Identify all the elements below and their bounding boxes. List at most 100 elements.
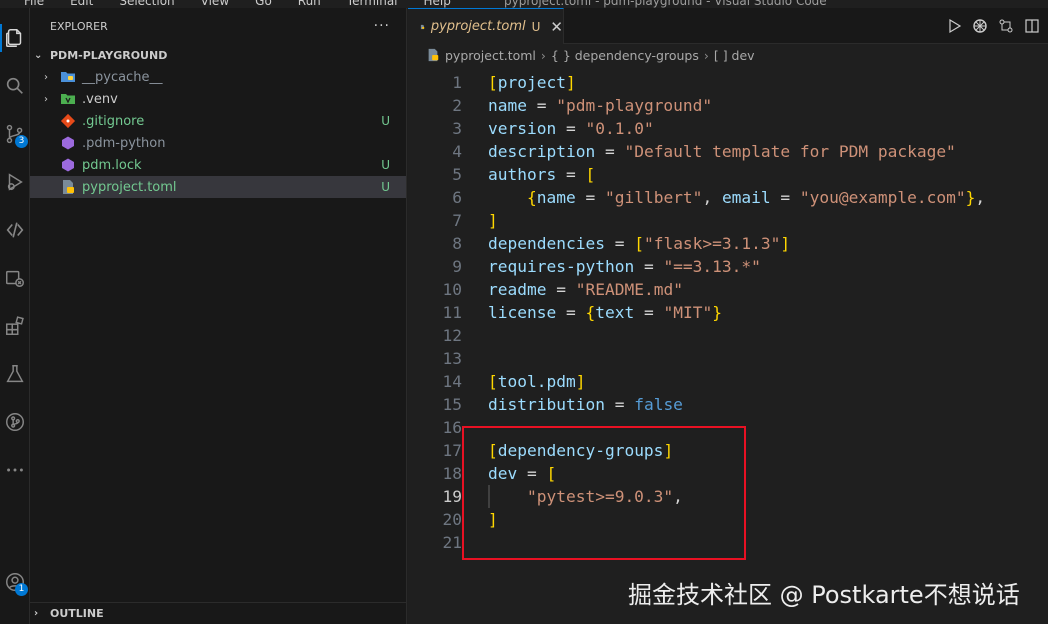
- code-text: description = "Default template for PDM …: [488, 142, 956, 161]
- code-line[interactable]: 14 [tool.pdm]: [408, 370, 1048, 393]
- line-number: 16: [442, 418, 463, 437]
- breadcrumb-key[interactable]: [ ] dev: [714, 48, 755, 63]
- pdm-icon: [60, 135, 76, 151]
- code-text: [tool.pdm]: [488, 372, 586, 391]
- line-number: 13: [442, 349, 463, 368]
- copilot-icon[interactable]: [972, 18, 988, 34]
- extensions-icon[interactable]: [0, 308, 30, 344]
- tree-item-pdm-python[interactable]: .pdm-python: [30, 132, 406, 154]
- line-number: 14: [442, 372, 463, 391]
- tree-item-label: pyproject.toml: [82, 179, 177, 195]
- line-number: 7: [452, 211, 462, 230]
- explorer-sidebar: EXPLORER ··· ⌄ PDM-PLAYGROUND › __pycach…: [30, 8, 407, 624]
- tree-item-pycache[interactable]: › __pycache__: [30, 66, 406, 88]
- run-debug-icon[interactable]: [0, 164, 30, 200]
- pdm-icon: [60, 157, 76, 173]
- source-control-badge: 3: [15, 135, 28, 148]
- menu-edit[interactable]: Edit: [70, 0, 93, 8]
- code-line[interactable]: 1 [project]: [408, 71, 1048, 94]
- git-icon: [60, 113, 76, 129]
- toml-icon: [60, 179, 76, 195]
- breadcrumb-file[interactable]: pyproject.toml: [445, 48, 536, 63]
- line-number: 11: [442, 303, 463, 322]
- outline-section-header[interactable]: › OUTLINE: [30, 602, 407, 624]
- tree-item-pdm-lock[interactable]: pdm.lock U: [30, 154, 406, 176]
- code-line[interactable]: 6 {name = "gillbert", email = "you@examp…: [408, 186, 1048, 209]
- source-control-icon[interactable]: 3: [0, 116, 30, 152]
- code-line[interactable]: 12: [408, 324, 1048, 347]
- code-text: dependencies = ["flask>=3.1.3"]: [488, 234, 791, 253]
- tree-item-pyproject[interactable]: pyproject.toml U: [30, 176, 406, 198]
- tab-label: pyproject.toml: [430, 19, 526, 34]
- line-number: 2: [452, 96, 462, 115]
- code-text: authors = [: [488, 165, 596, 184]
- folder-venv-icon: [60, 91, 76, 107]
- explorer-more-button[interactable]: ···: [374, 18, 390, 34]
- code-line[interactable]: 2 name = "pdm-playground": [408, 94, 1048, 117]
- line-number: 6: [452, 188, 462, 207]
- tree-item-label: .gitignore: [82, 113, 145, 129]
- tree-item-label: .pdm-python: [82, 135, 166, 151]
- line-number: 15: [442, 395, 463, 414]
- line-number: 18: [442, 464, 463, 483]
- line-number: 12: [442, 326, 463, 345]
- run-icon[interactable]: [946, 18, 962, 34]
- tree-item-venv[interactable]: › .venv: [30, 88, 406, 110]
- chevron-right-icon: ›: [44, 93, 48, 105]
- editor-tab-bar: pyproject.toml U ✕: [408, 8, 1048, 44]
- line-number: 9: [452, 257, 462, 276]
- tree-item-gitignore[interactable]: .gitignore U: [30, 110, 406, 132]
- chevron-right-icon: ›: [540, 47, 546, 63]
- menu-bar: File Edit Selection View Go Run Terminal…: [24, 0, 451, 8]
- code-text: {name = "gillbert", email = "you@example…: [526, 188, 986, 207]
- code-text: name = "pdm-playground": [488, 96, 713, 115]
- remote-icon[interactable]: [0, 212, 30, 248]
- split-editor-icon[interactable]: [1024, 18, 1040, 34]
- tree-item-label: .venv: [82, 91, 118, 107]
- tree-item-label: pdm.lock: [82, 157, 142, 173]
- explorer-header: EXPLORER ···: [30, 8, 406, 44]
- menu-file[interactable]: File: [24, 0, 44, 8]
- code-line[interactable]: 5 authors = [: [408, 163, 1048, 186]
- explorer-icon[interactable]: [0, 20, 30, 56]
- menu-terminal[interactable]: Terminal: [347, 0, 398, 8]
- close-icon[interactable]: ✕: [550, 18, 563, 36]
- accounts-icon[interactable]: 1: [0, 564, 30, 600]
- testing-icon[interactable]: [0, 356, 30, 392]
- line-number: 19: [442, 487, 463, 506]
- tree-item-label: __pycache__: [82, 69, 163, 85]
- folder-python-icon: [60, 69, 76, 85]
- code-line[interactable]: 10 readme = "README.md": [408, 278, 1048, 301]
- code-line[interactable]: 13: [408, 347, 1048, 370]
- containers-icon[interactable]: [0, 260, 30, 296]
- menu-view[interactable]: View: [201, 0, 229, 8]
- code-line[interactable]: 15 distribution = false: [408, 393, 1048, 416]
- code-line[interactable]: 3 version = "0.1.0": [408, 117, 1048, 140]
- menu-run[interactable]: Run: [298, 0, 321, 8]
- code-line[interactable]: 8 dependencies = ["flask>=3.1.3"]: [408, 232, 1048, 255]
- chevron-right-icon: ›: [44, 71, 48, 83]
- chevron-right-icon: ›: [34, 608, 39, 619]
- code-text: readme = "README.md": [488, 280, 683, 299]
- git-graph-icon[interactable]: [0, 404, 30, 440]
- menu-help[interactable]: Help: [424, 0, 451, 8]
- editor-actions: [946, 8, 1040, 44]
- title-bar: File Edit Selection View Go Run Terminal…: [0, 0, 1048, 8]
- code-line[interactable]: 4 description = "Default template for PDM…: [408, 140, 1048, 163]
- chevron-right-icon: ›: [703, 47, 709, 63]
- compare-changes-icon[interactable]: [998, 18, 1014, 34]
- breadcrumb-section[interactable]: { } dependency-groups: [551, 48, 699, 63]
- highlight-annotation-box: [462, 426, 746, 560]
- search-icon[interactable]: [0, 68, 30, 104]
- line-number: 10: [442, 280, 463, 299]
- code-line[interactable]: 11 license = {text = "MIT"}: [408, 301, 1048, 324]
- menu-go[interactable]: Go: [255, 0, 272, 8]
- project-folder-header[interactable]: ⌄ PDM-PLAYGROUND: [30, 44, 406, 66]
- code-line[interactable]: 7]: [408, 209, 1048, 232]
- toml-icon: [428, 48, 439, 62]
- more-icon[interactable]: [0, 452, 30, 488]
- menu-selection[interactable]: Selection: [119, 0, 174, 8]
- code-line[interactable]: 9 requires-python = "==3.13.*": [408, 255, 1048, 278]
- code-text: license = {text = "MIT"}: [488, 303, 722, 322]
- tab-pyproject[interactable]: pyproject.toml U ✕: [408, 8, 564, 44]
